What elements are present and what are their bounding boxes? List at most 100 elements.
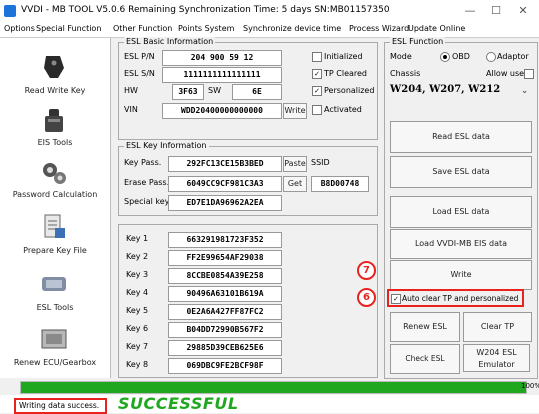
success-overlay-text: SUCCESSFUL [118, 394, 239, 413]
close-button[interactable]: ✕ [510, 2, 536, 20]
read-esl-data-button[interactable]: Read ESL data [390, 121, 532, 153]
activated-label: Activated [324, 105, 362, 114]
sidebar-item-password-calculation[interactable]: Password Calculation [0, 156, 110, 208]
key-7-field[interactable]: 29885D39CEB625E6 [168, 340, 282, 356]
key-3-field[interactable]: 8CCBE0854A39E258 [168, 268, 282, 284]
get-button[interactable]: Get [283, 176, 307, 192]
key-1-field[interactable]: 663291981723F352 [168, 232, 282, 248]
hw-field[interactable]: 3F63 [172, 84, 204, 100]
sidebar-item-esl-tools[interactable]: ESL Tools [0, 263, 110, 318]
key-label: Key 4 [126, 288, 149, 297]
adaptor-label: Adaptor [497, 52, 529, 61]
key-8-field[interactable]: 069DBC9FE2BCF98F [168, 358, 282, 374]
ssid-field[interactable]: B8D00748 [311, 176, 369, 192]
erase-pass-label: Erase Pass. [124, 178, 170, 187]
key-label: Key 8 [126, 360, 149, 369]
sidebar-item-read-write-key[interactable]: Read Write Key [0, 46, 110, 104]
key-icon [44, 56, 64, 78]
auto-clear-highlight [387, 289, 524, 307]
renew-esl-button[interactable]: Renew ESL [390, 312, 460, 342]
document-icon [44, 214, 65, 238]
menu-points-system[interactable]: Points System [178, 24, 234, 33]
key-2-field[interactable]: FF2E99654AF29038 [168, 250, 282, 266]
initialized-checkbox[interactable] [312, 52, 322, 62]
sw-label: SW [208, 86, 221, 95]
sidebar-item-label: ESL Tools [36, 303, 74, 312]
ecu-icon [41, 329, 67, 349]
menu-process-wizard[interactable]: Process Wizard [349, 24, 409, 33]
load-esl-data-button[interactable]: Load ESL data [390, 196, 532, 228]
esl-sn-field[interactable]: 1111111111111111 [162, 67, 282, 83]
menu-bar: Options Special Function Other Function … [0, 22, 539, 38]
vin-field[interactable]: WDD20400000000000 [162, 103, 282, 119]
key-5-field[interactable]: 0E2A6A427FF87FC2 [168, 304, 282, 320]
app-icon [4, 5, 16, 17]
chassis-label: Chassis [390, 69, 421, 78]
personalized-checkbox[interactable]: ✓ [312, 86, 322, 96]
minimize-button[interactable]: — [457, 2, 483, 20]
key-6-field[interactable]: B04DD72990B567F2 [168, 322, 282, 338]
sidebar-item-label: Read Write Key [24, 86, 86, 95]
adaptor-radio[interactable] [486, 52, 496, 62]
title-bar: VVDI - MB TOOL V5.0.6 Remaining Synchron… [0, 0, 539, 23]
write-vin-button[interactable]: Write [283, 103, 307, 119]
esl-module-icon [42, 277, 66, 291]
ssid-label: SSID [311, 158, 330, 167]
obd-radio[interactable] [440, 52, 450, 62]
special-key-label: Special key [124, 197, 170, 206]
key-label: Key 3 [126, 270, 149, 279]
key-label: Key 1 [126, 234, 149, 243]
w204-esl-emulator-button[interactable]: W204 ESL Emulator [463, 344, 530, 372]
key-pass-field[interactable]: 292FC13CE15B3BED [168, 156, 282, 172]
key-pass-label: Key Pass. [124, 158, 162, 167]
chassis-select[interactable]: W204, W207, W212 ⌄ [390, 82, 530, 98]
load-vvdi-mb-eis-data-button[interactable]: Load VVDI-MB EIS data [390, 229, 532, 259]
esl-pn-field[interactable]: 204 900 59 12 [162, 50, 282, 66]
save-esl-data-button[interactable]: Save ESL data [390, 156, 532, 188]
tp-cleared-checkbox[interactable]: ✓ [312, 69, 322, 79]
allow-user-checkbox[interactable] [524, 69, 534, 79]
sidebar-item-eis-tools[interactable]: EIS Tools [0, 104, 110, 156]
special-key-field[interactable]: ED7E1DA96962A2EA [168, 195, 282, 211]
key-label: Key 5 [126, 306, 149, 315]
sidebar: Read Write Key EIS Tools Password Calcul… [0, 38, 111, 378]
write-esl-button[interactable]: Write [390, 260, 532, 290]
chevron-down-icon: ⌄ [521, 85, 528, 95]
clear-tp-button[interactable]: Clear TP [463, 312, 532, 342]
gears-icon [43, 163, 66, 184]
personalized-label: Personalized [324, 86, 375, 95]
esl-pn-label: ESL P/N [124, 52, 155, 61]
key-label: Key 7 [126, 342, 149, 351]
maximize-button[interactable]: ☐ [483, 2, 509, 20]
chassis-value: W204, W207, W212 [390, 84, 501, 95]
sidebar-item-label: Prepare Key File [23, 246, 87, 255]
ignition-icon [45, 109, 63, 132]
menu-options[interactable]: Options [4, 24, 35, 33]
status-text: Writing data success. [14, 398, 107, 414]
key-label: Key 6 [126, 324, 149, 333]
erase-pass-field[interactable]: 6049CC9CF981C3A3 [168, 176, 282, 192]
vin-label: VIN [124, 105, 138, 114]
menu-synchronize-device-time[interactable]: Synchronize device time [243, 24, 341, 33]
group-title: ESL Key Information [124, 141, 209, 150]
progress-label: 100% [521, 382, 539, 390]
menu-other-function[interactable]: Other Function [113, 24, 172, 33]
callout-step-6: 6 [357, 288, 376, 307]
sidebar-item-prepare-key-file[interactable]: Prepare Key File [0, 208, 110, 263]
tp-cleared-label: TP Cleared [324, 69, 367, 78]
window-title: VVDI - MB TOOL V5.0.6 Remaining Synchron… [21, 5, 390, 15]
paste-button[interactable]: Paste [283, 156, 307, 172]
sw-field[interactable]: 6E [232, 84, 282, 100]
activated-checkbox[interactable] [312, 105, 322, 115]
obd-label: OBD [452, 52, 470, 61]
menu-special-function[interactable]: Special Function [36, 24, 101, 33]
sidebar-item-renew-ecu-gearbox[interactable]: Renew ECU/Gearbox [0, 318, 110, 376]
menu-update-online[interactable]: Update Online [408, 24, 465, 33]
key-4-field[interactable]: 90496A63101B619A [168, 286, 282, 302]
allow-user-label: Allow user [486, 69, 528, 78]
group-title: ESL Basic Information [124, 37, 216, 46]
hw-label: HW [124, 86, 138, 95]
check-esl-damage-button[interactable]: Check ESL damage [390, 344, 460, 391]
callout-step-7: 7 [357, 261, 376, 280]
progress-bar [20, 381, 527, 394]
